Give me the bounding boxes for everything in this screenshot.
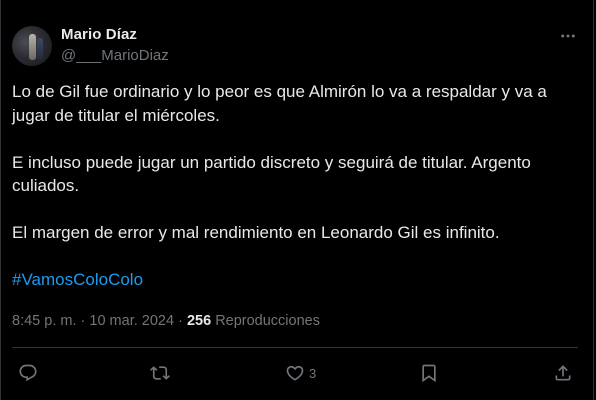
like-button[interactable]: 3: [285, 360, 316, 386]
reply-bubble-icon: [19, 364, 37, 382]
author-display-name[interactable]: Mario Díaz: [61, 26, 137, 43]
divider: [12, 347, 578, 348]
avatar[interactable]: [12, 26, 52, 66]
bookmark-icon: [422, 364, 436, 383]
tweet-text: Lo de Gil fue ordinario y lo peor es que…: [12, 80, 572, 315]
meta-separator-2: ·: [178, 313, 183, 329]
hashtag-link[interactable]: #VamosColoColo: [12, 270, 143, 289]
like-count: 3: [309, 365, 317, 381]
more-options-button[interactable]: [558, 26, 578, 46]
reply-button[interactable]: [18, 360, 42, 386]
avatar-figure-2: [37, 38, 43, 60]
views-label: Reproducciones: [215, 313, 320, 329]
share-button[interactable]: [553, 360, 573, 386]
tweet-time[interactable]: 8:45 p. m.: [12, 313, 76, 329]
tweet-paragraph-1: Lo de Gil fue ordinario y lo peor es que…: [12, 82, 547, 125]
tweet-paragraph-2: E incluso puede jugar un partido discret…: [12, 152, 531, 196]
meta-separator: ·: [80, 313, 86, 329]
tweet-meta: 8:45 p. m. · 10 mar. 2024 · 256 Reproduc…: [12, 313, 320, 329]
more-dots-icon: [561, 34, 575, 38]
retweet-button[interactable]: [150, 360, 174, 386]
views-count: 256: [186, 313, 212, 329]
bookmark-button[interactable]: [419, 360, 439, 386]
tweet-card: Mario Díaz @___MarioDiaz Lo de Gil fue o…: [0, 0, 594, 400]
retweet-icon: [150, 366, 170, 380]
avatar-figure: [29, 34, 36, 60]
author-handle[interactable]: @___MarioDiaz: [61, 47, 169, 64]
heart-icon: [286, 365, 304, 381]
share-upload-icon: [555, 365, 571, 381]
action-bar: 3: [1, 360, 595, 386]
tweet-date[interactable]: 10 mar. 2024: [89, 313, 174, 329]
tweet-paragraph-3: El margen de error y mal rendimiento en …: [12, 223, 500, 242]
